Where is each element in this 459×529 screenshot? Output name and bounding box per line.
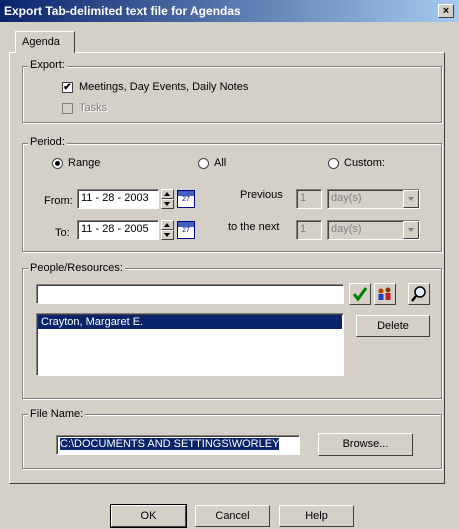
delete-button[interactable]: Delete [356,315,430,337]
tasks-label[interactable]: Tasks [79,102,107,114]
custom-label[interactable]: Custom: [344,157,385,169]
meetings-checkbox[interactable]: ✔ [62,82,73,93]
range-label[interactable]: Range [68,157,100,169]
file-path-value: C:\DOCUMENTS AND SETTINGS\WORLEY [60,438,280,450]
add-person-button[interactable] [349,283,371,305]
next-unit-value: day(s) [331,223,362,235]
checkmark-icon [352,287,368,302]
find-person-button[interactable] [408,283,430,305]
close-button[interactable]: × [438,4,454,18]
previous-count-field[interactable]: 1 [296,189,322,209]
from-label: From: [44,195,73,207]
to-label: To: [55,227,70,239]
to-calendar-icon[interactable]: 27 [177,221,195,239]
all-radio[interactable] [198,158,209,169]
tab-label: Agenda [22,36,60,48]
file-group-label: File Name: [28,408,86,420]
period-group-label: Period: [28,136,67,148]
people-button[interactable] [374,283,396,305]
range-radio[interactable] [52,158,63,169]
spin-down-icon[interactable] [161,230,174,240]
browse-button[interactable]: Browse... [318,433,413,456]
cancel-button[interactable]: Cancel [195,505,270,527]
from-date-field[interactable]: 11 - 28 - 2003 [77,189,159,209]
file-path-field[interactable]: C:\DOCUMENTS AND SETTINGS\WORLEY [56,435,300,455]
people-icon [378,287,391,300]
to-date-field[interactable]: 11 - 28 - 2005 [77,220,159,240]
list-item[interactable]: Crayton, Margaret E. [38,315,342,329]
to-date-spinner[interactable] [161,220,174,240]
help-button[interactable]: Help [279,505,354,527]
people-list[interactable]: Crayton, Margaret E. [36,313,344,376]
chevron-down-icon[interactable] [403,190,419,208]
next-label: to the next [228,221,280,233]
previous-unit-value: day(s) [331,192,362,204]
chevron-down-icon[interactable] [403,221,419,239]
tab-agenda[interactable]: Agenda [15,31,75,53]
window-title: Export Tab-delimited text file for Agend… [4,4,241,18]
export-group [22,66,442,123]
export-group-label: Export: [28,59,67,71]
previous-label: Previous [240,189,283,201]
spin-up-icon[interactable] [161,189,174,199]
spin-down-icon[interactable] [161,199,174,209]
all-label[interactable]: All [214,157,226,169]
close-icon: × [442,5,450,17]
ok-button[interactable]: OK [110,504,187,528]
meetings-label[interactable]: Meetings, Day Events, Daily Notes [79,81,248,93]
custom-radio[interactable] [328,158,339,169]
people-group-label: People/Resources: [28,262,125,274]
next-count-field[interactable]: 1 [296,220,322,240]
tasks-checkbox[interactable] [62,103,73,114]
from-calendar-icon[interactable]: 27 [177,190,195,208]
magnifier-icon [411,286,426,302]
from-date-spinner[interactable] [161,189,174,209]
people-search-input[interactable] [36,284,344,304]
spin-up-icon[interactable] [161,220,174,230]
